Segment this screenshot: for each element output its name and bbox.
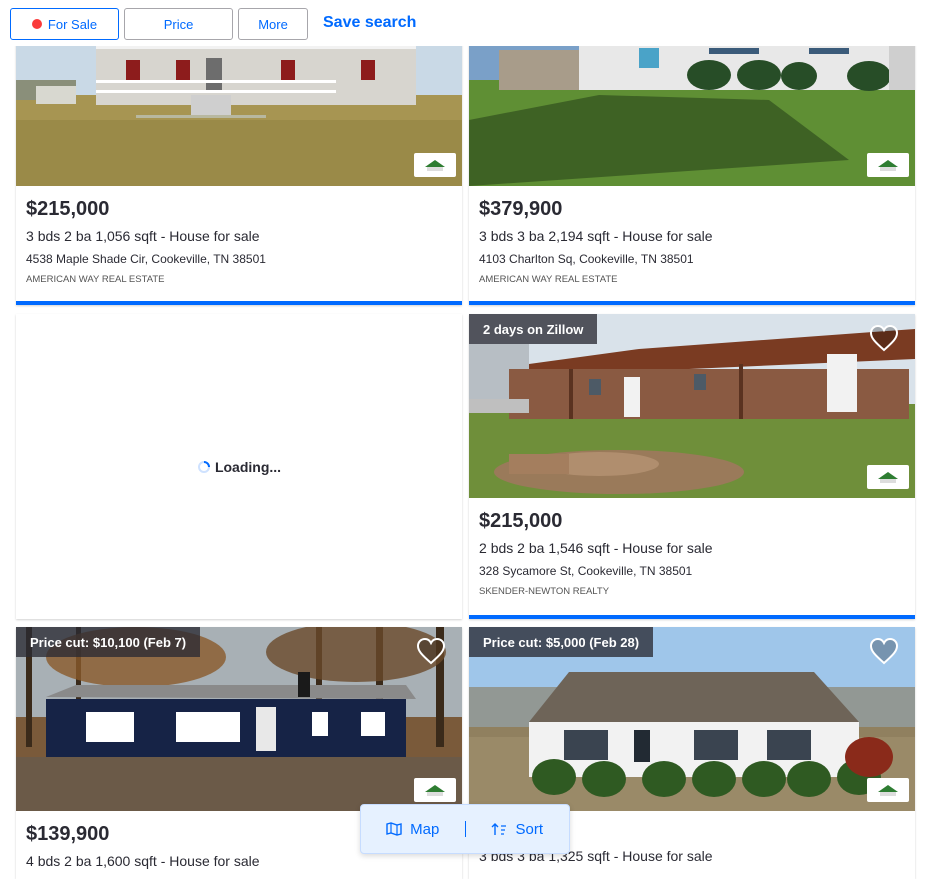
listing-info: $379,900 3 bds 3 ba 2,194 sqft - House f… xyxy=(479,198,713,285)
favorite-heart-icon[interactable] xyxy=(869,637,899,665)
listing-facts: 3 bds 3 ba 2,194 sqft - House for sale xyxy=(479,228,713,244)
price-filter-label: Price xyxy=(163,16,194,32)
map-icon xyxy=(386,822,402,836)
for-sale-filter-label: For Sale xyxy=(47,16,98,32)
listing-price: $379,900 xyxy=(479,198,563,220)
beds-unit: bds xyxy=(490,540,514,556)
listing-status: - House for sale xyxy=(160,228,260,244)
sqft-unit: sqft xyxy=(134,853,157,869)
baths-unit: ba xyxy=(75,228,92,244)
listing-accent-bar xyxy=(469,301,915,305)
listing-broker: AMERICAN WAY REAL ESTATE xyxy=(26,274,165,285)
broker-logo-icon xyxy=(414,153,456,177)
beds-unit: bds xyxy=(37,228,61,244)
broker-logo-icon xyxy=(867,153,909,177)
save-search-link[interactable]: Save search xyxy=(323,14,416,32)
listing-badge: 2 days on Zillow xyxy=(469,314,598,344)
listing-badge: Price cut: $10,100 (Feb 7) xyxy=(16,627,201,657)
listing-photo[interactable]: Price cut: $10,100 (Feb 7) xyxy=(16,627,462,811)
baths-unit: ba xyxy=(528,540,545,556)
beds-value: 3 xyxy=(479,228,487,244)
map-button-label: Map xyxy=(410,820,440,838)
listing-photo[interactable]: 2 days on Zillow xyxy=(469,314,915,498)
beds-unit: bds xyxy=(37,853,61,869)
sqft-unit: sqft xyxy=(587,540,610,556)
listing-broker: AMERICAN WAY REAL ESTATE xyxy=(479,274,618,285)
listing-badge: Price cut: $5,000 (Feb 28) xyxy=(469,627,654,657)
map-sort-floating-bar: Map Sort xyxy=(360,804,570,854)
baths-value: 2 xyxy=(64,853,72,869)
sort-button[interactable]: Sort xyxy=(466,821,570,838)
loading-label: Loading... xyxy=(214,458,282,475)
listing-broker: SKENDER-NEWTON REALTY xyxy=(479,586,610,597)
sqft-value: 1,056 xyxy=(95,228,131,244)
listing-address[interactable]: 328 Sycamore St, Cookeville, TN 38501 xyxy=(479,564,713,578)
loading-indicator: Loading... xyxy=(16,314,462,619)
baths-value: 2 xyxy=(517,540,525,556)
listing-status: - House for sale xyxy=(613,848,713,864)
map-button[interactable]: Map xyxy=(361,821,465,838)
beds-value: 4 xyxy=(26,853,34,869)
sort-icon xyxy=(491,823,507,835)
spinner-icon xyxy=(197,460,210,473)
sqft-value: 1,546 xyxy=(548,540,584,556)
favorite-heart-icon[interactable] xyxy=(869,324,899,352)
filter-bar: For Sale Price More Save search xyxy=(0,0,929,46)
sqft-value: 1,600 xyxy=(95,853,131,869)
for-sale-dot-icon xyxy=(31,19,42,29)
price-filter-button[interactable]: Price xyxy=(124,8,233,40)
beds-unit: bds xyxy=(490,228,514,244)
listing-status: - House for sale xyxy=(160,853,260,869)
baths-unit: ba xyxy=(75,853,92,869)
listing-info: $215,000 2 bds 2 ba 1,546 sqft - House f… xyxy=(479,510,713,597)
listing-status: - House for sale xyxy=(613,540,713,556)
beds-value: 3 xyxy=(26,228,34,244)
listing-address[interactable]: 4103 Charlton Sq, Cookeville, TN 38501 xyxy=(479,252,713,266)
listing-facts: 4 bds 2 ba 1,600 sqft - House for sale xyxy=(26,853,260,869)
baths-unit: ba xyxy=(528,228,545,244)
broker-logo-icon xyxy=(867,465,909,489)
listing-price: $215,000 xyxy=(26,198,110,220)
sort-button-label: Sort xyxy=(515,820,543,838)
sqft-unit: sqft xyxy=(587,228,610,244)
listing-price: $139,900 xyxy=(26,823,110,845)
broker-logo-icon xyxy=(414,778,456,802)
listing-accent-bar xyxy=(16,301,462,305)
listing-facts: 3 bds 2 ba 1,056 sqft - House for sale xyxy=(26,228,266,244)
listing-info: $215,000 3 bds 2 ba 1,056 sqft - House f… xyxy=(26,198,266,285)
baths-value: 3 xyxy=(517,228,525,244)
sqft-unit: sqft xyxy=(587,848,610,864)
sqft-unit: sqft xyxy=(134,228,157,244)
broker-logo-icon xyxy=(867,778,909,802)
baths-value: 2 xyxy=(64,228,72,244)
sqft-value: 2,194 xyxy=(548,228,584,244)
listing-info: $139,900 4 bds 2 ba 1,600 sqft - House f… xyxy=(26,823,260,869)
listing-accent-bar xyxy=(469,615,915,619)
more-filter-button[interactable]: More xyxy=(238,8,308,40)
listing-photo[interactable]: Price cut: $5,000 (Feb 28) xyxy=(469,627,915,811)
favorite-heart-icon[interactable] xyxy=(416,637,446,665)
beds-value: 2 xyxy=(479,540,487,556)
listing-address[interactable]: 4538 Maple Shade Cir, Cookeville, TN 385… xyxy=(26,252,266,266)
for-sale-filter-button[interactable]: For Sale xyxy=(10,8,119,40)
listing-facts: 2 bds 2 ba 1,546 sqft - House for sale xyxy=(479,540,713,556)
listing-status: - House for sale xyxy=(613,228,713,244)
loading-card: Loading... xyxy=(16,314,462,619)
listing-price: $215,000 xyxy=(479,510,563,532)
more-filter-label: More xyxy=(258,16,288,32)
listing-card[interactable]: 2 days on Zillow $215,000 2 bds 2 ba 1,5… xyxy=(469,314,915,619)
